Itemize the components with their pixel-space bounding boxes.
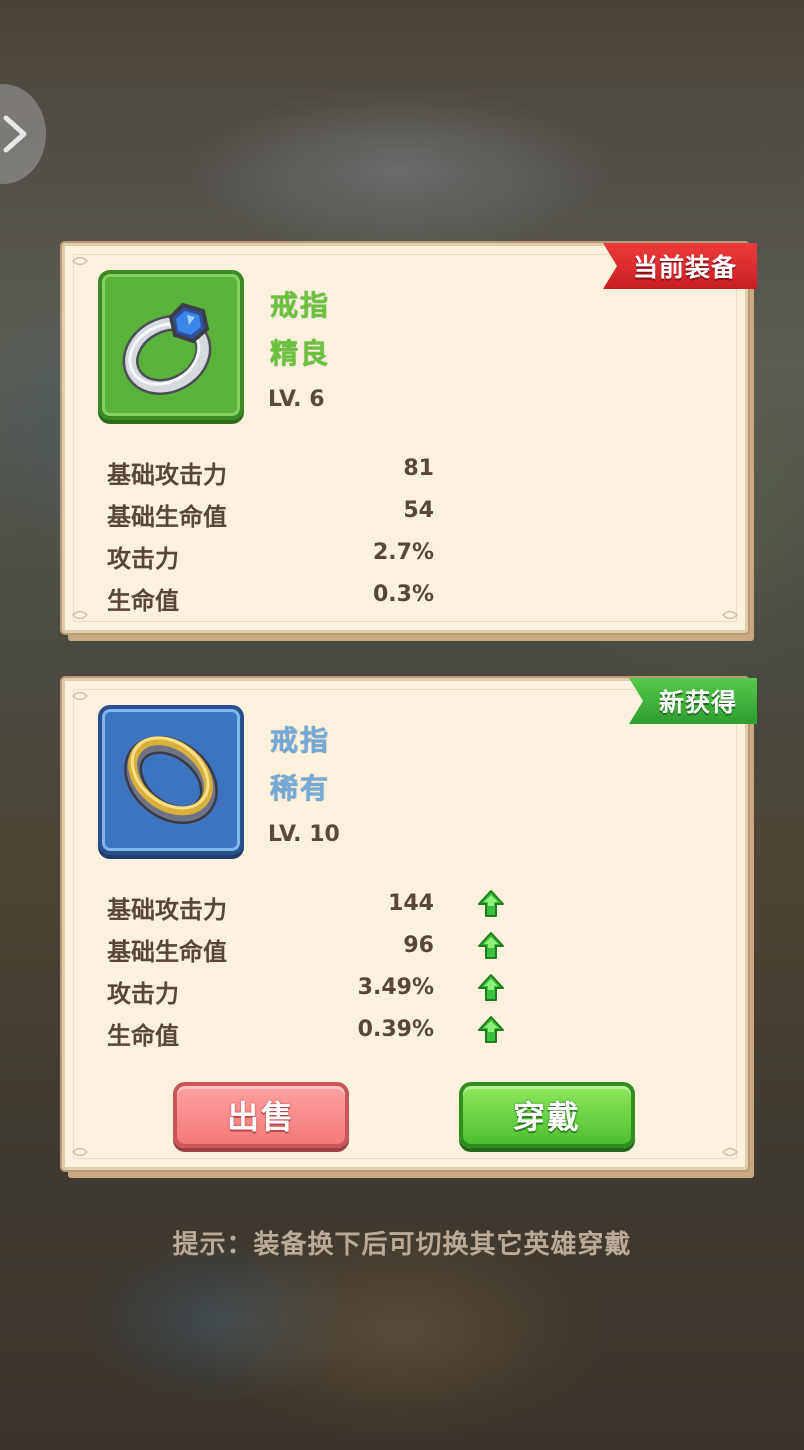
stat-value: 0.3% bbox=[372, 582, 434, 607]
new-item-card: 新获得 戒指 稀有 LV. 10 基础攻击力 144 基础生命值 96 攻击力 … bbox=[62, 678, 757, 1170]
stat-row: 攻击力 3.49% bbox=[107, 970, 504, 1012]
item-icon-slot[interactable] bbox=[98, 270, 244, 420]
stat-value: 54 bbox=[403, 498, 434, 523]
item-level: LV. 10 bbox=[268, 822, 340, 847]
equip-button[interactable]: 穿戴 bbox=[459, 1082, 635, 1148]
item-quality: 稀有 bbox=[270, 772, 331, 805]
corner-ornament-icon bbox=[721, 1143, 739, 1161]
stat-value: 2.7% bbox=[372, 540, 434, 565]
stat-label: 基础攻击力 bbox=[107, 896, 227, 924]
corner-ornament-icon bbox=[71, 606, 89, 624]
stat-value: 81 bbox=[403, 456, 434, 481]
stat-row: 基础攻击力 81 bbox=[107, 451, 467, 493]
stat-label: 基础生命值 bbox=[107, 503, 227, 531]
item-name: 戒指 bbox=[270, 724, 331, 757]
green-up-arrow-icon bbox=[478, 1016, 504, 1043]
item-quality: 精良 bbox=[270, 337, 331, 370]
stat-row: 基础攻击力 144 bbox=[107, 886, 504, 928]
item-icon-slot[interactable] bbox=[98, 705, 244, 855]
gold-ring-icon bbox=[124, 735, 218, 825]
corner-ornament-icon bbox=[71, 252, 89, 270]
green-up-arrow-icon bbox=[478, 974, 504, 1001]
stat-row: 基础生命值 54 bbox=[107, 493, 467, 535]
corner-ornament-icon bbox=[71, 1143, 89, 1161]
sell-button[interactable]: 出售 bbox=[173, 1082, 349, 1148]
stat-row: 攻击力 2.7% bbox=[107, 535, 467, 577]
hint-text: 提示：装备换下后可切换其它英雄穿戴 bbox=[172, 1230, 632, 1260]
stat-label: 生命值 bbox=[107, 587, 179, 615]
stat-label: 攻击力 bbox=[107, 980, 179, 1008]
stat-value: 3.49% bbox=[357, 975, 434, 1000]
corner-ornament-icon bbox=[71, 687, 89, 705]
stats-list: 基础攻击力 81 基础生命值 54 攻击力 2.7% 生命值 0.3% bbox=[107, 451, 467, 619]
current-item-card: 当前装备 戒指 精良 LV. 6 基础攻击力 81 基础生命值 54 攻击力 2… bbox=[62, 243, 757, 633]
stats-list: 基础攻击力 144 基础生命值 96 攻击力 3.49% 生命值 0.39% bbox=[107, 886, 504, 1054]
green-up-arrow-icon bbox=[478, 932, 504, 959]
stat-label: 基础生命值 bbox=[107, 938, 227, 966]
green-up-arrow-icon bbox=[478, 890, 504, 917]
silver-ring-blue-gem-icon bbox=[122, 302, 212, 395]
new-obtained-badge: 新获得 bbox=[628, 678, 757, 724]
stat-value: 144 bbox=[388, 891, 434, 916]
stat-value: 0.39% bbox=[357, 1017, 434, 1042]
stat-label: 攻击力 bbox=[107, 545, 179, 573]
item-name: 戒指 bbox=[270, 289, 331, 322]
item-level: LV. 6 bbox=[268, 387, 325, 412]
stat-label: 生命值 bbox=[107, 1022, 179, 1050]
stat-row: 生命值 0.3% bbox=[107, 577, 467, 619]
stat-row: 生命值 0.39% bbox=[107, 1012, 504, 1054]
chevron-right-icon bbox=[3, 115, 27, 153]
current-equipped-badge: 当前装备 bbox=[602, 243, 757, 289]
corner-ornament-icon bbox=[721, 606, 739, 624]
stat-row: 基础生命值 96 bbox=[107, 928, 504, 970]
stat-value: 96 bbox=[403, 933, 434, 958]
stat-label: 基础攻击力 bbox=[107, 461, 227, 489]
